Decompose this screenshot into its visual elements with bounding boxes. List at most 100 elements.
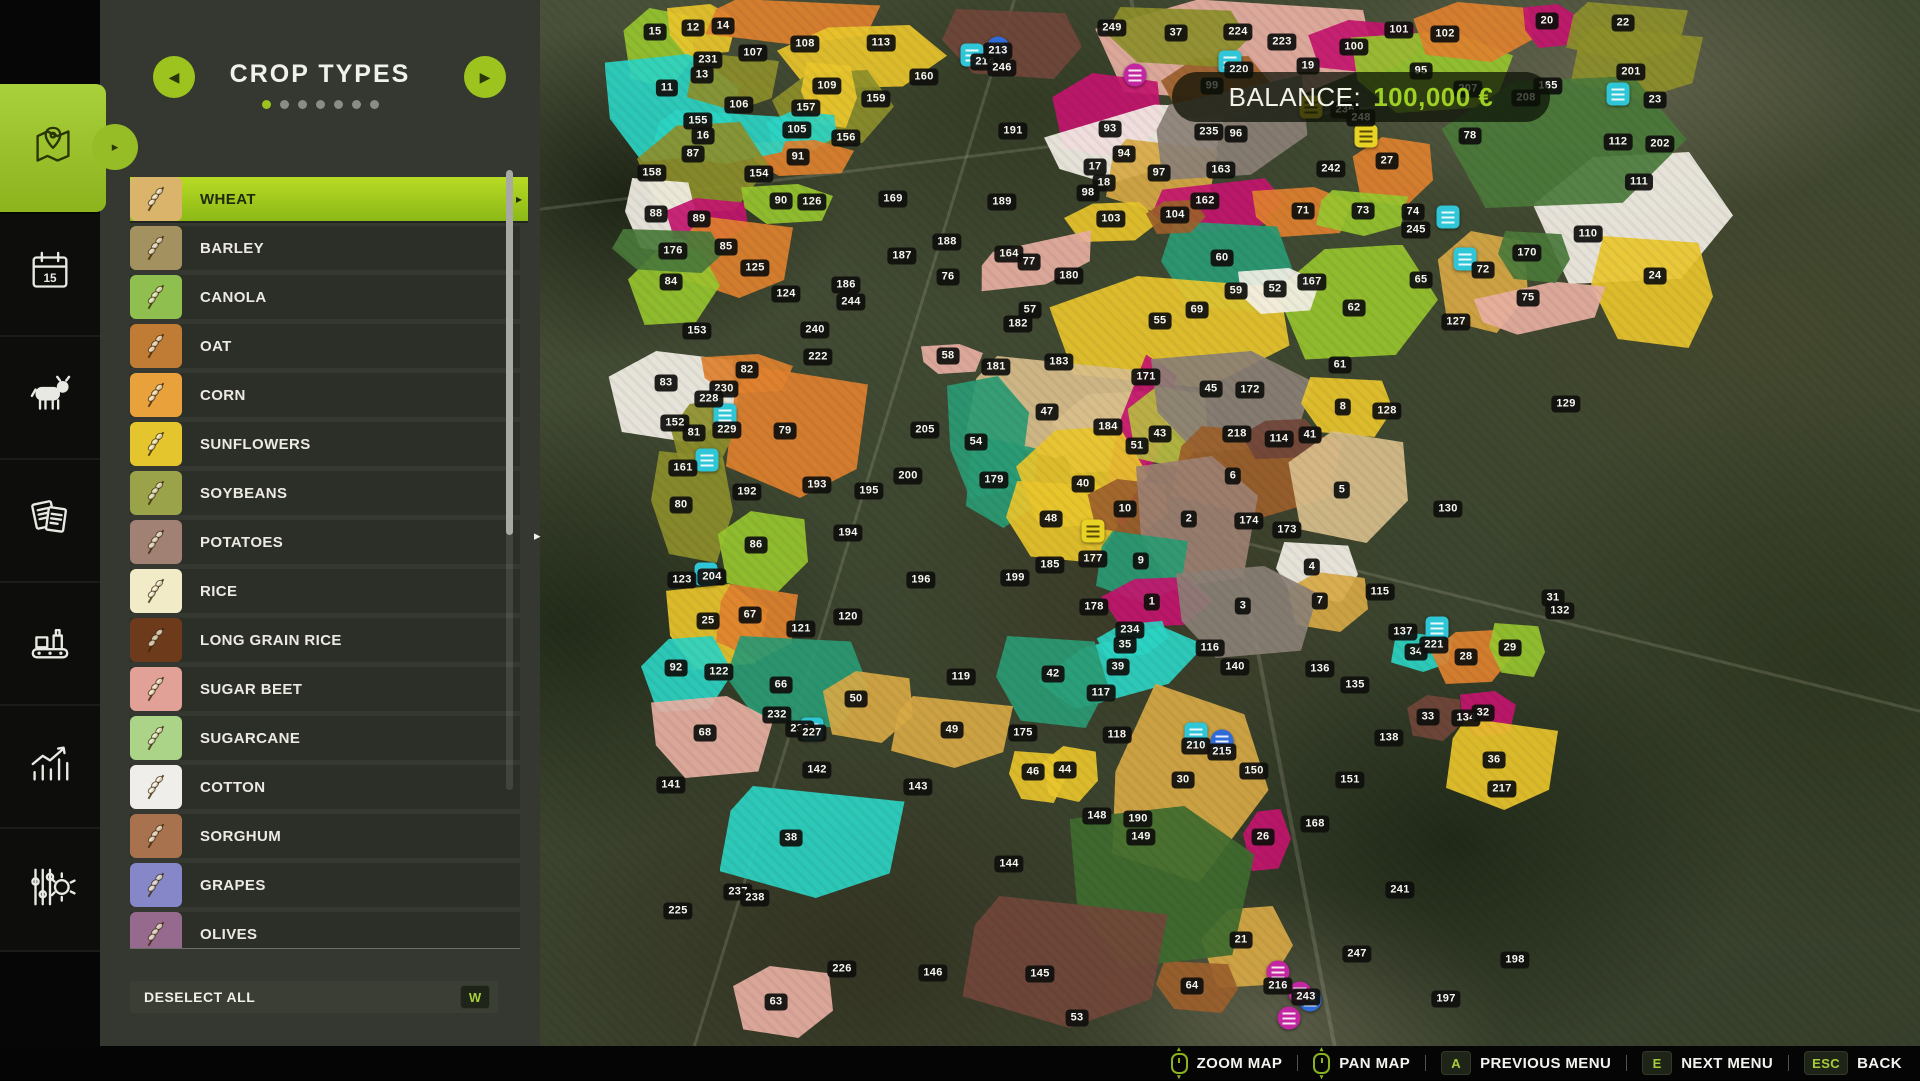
crop-row-sugar-beet[interactable]: SUGAR BEET bbox=[130, 667, 520, 711]
field-number-label[interactable]: 38 bbox=[780, 830, 803, 847]
field-number-label[interactable]: 157 bbox=[791, 100, 820, 117]
deselect-all-button[interactable]: DESELECT ALL W bbox=[130, 981, 498, 1013]
field-number-label[interactable]: 170 bbox=[1512, 245, 1541, 262]
field-number-label[interactable]: 71 bbox=[1292, 203, 1315, 220]
field-number-label[interactable]: 75 bbox=[1517, 290, 1540, 307]
field-number-label[interactable]: 7 bbox=[1312, 593, 1328, 610]
field-number-label[interactable]: 205 bbox=[910, 422, 939, 439]
field-number-label[interactable]: 196 bbox=[906, 572, 935, 589]
field-number-label[interactable]: 182 bbox=[1003, 316, 1032, 333]
field-number-label[interactable]: 156 bbox=[831, 130, 860, 147]
field-number-label[interactable]: 244 bbox=[836, 294, 865, 311]
field-number-label[interactable]: 42 bbox=[1042, 666, 1065, 683]
sidebar-item-statistics[interactable] bbox=[0, 706, 100, 829]
sidebar-item-production[interactable] bbox=[0, 583, 100, 706]
field-number-label[interactable]: 89 bbox=[688, 211, 711, 228]
field-number-label[interactable]: 64 bbox=[1181, 978, 1204, 995]
field-number-label[interactable]: 50 bbox=[845, 691, 868, 708]
field-number-label[interactable]: 125 bbox=[740, 260, 769, 277]
field-number-label[interactable]: 223 bbox=[1267, 34, 1296, 51]
field-number-label[interactable]: 29 bbox=[1499, 640, 1522, 657]
field-number-label[interactable]: 27 bbox=[1376, 153, 1399, 170]
pagination-dot[interactable] bbox=[298, 100, 307, 109]
field-number-label[interactable]: 94 bbox=[1113, 146, 1136, 163]
field-number-label[interactable]: 160 bbox=[909, 69, 938, 86]
hint-next-menu[interactable]: ENEXT MENU bbox=[1642, 1051, 1773, 1075]
field-number-label[interactable]: 197 bbox=[1431, 991, 1460, 1008]
field-number-label[interactable]: 193 bbox=[802, 477, 831, 494]
field-number-label[interactable]: 247 bbox=[1342, 946, 1371, 963]
field-number-label[interactable]: 51 bbox=[1126, 438, 1149, 455]
field-number-label[interactable]: 238 bbox=[740, 890, 769, 907]
panel-expand-arrow[interactable]: ▸ bbox=[534, 528, 541, 544]
crop-row-sugarcane[interactable]: SUGARCANE bbox=[130, 716, 520, 760]
field-number-label[interactable]: 96 bbox=[1225, 126, 1248, 143]
field-number-label[interactable]: 173 bbox=[1272, 522, 1301, 539]
field-number-label[interactable]: 68 bbox=[694, 725, 717, 742]
field-number-label[interactable]: 43 bbox=[1149, 426, 1172, 443]
field-number-label[interactable]: 215 bbox=[1207, 744, 1236, 761]
field-number-label[interactable]: 2 bbox=[1181, 511, 1197, 528]
field-number-label[interactable]: 189 bbox=[987, 194, 1016, 211]
field-number-label[interactable]: 83 bbox=[655, 375, 678, 392]
field-number-label[interactable]: 127 bbox=[1441, 314, 1470, 331]
field-number-label[interactable]: 162 bbox=[1190, 193, 1219, 210]
field-number-label[interactable]: 210 bbox=[1181, 738, 1210, 755]
field-number-label[interactable]: 151 bbox=[1335, 772, 1364, 789]
field-number-label[interactable]: 69 bbox=[1186, 302, 1209, 319]
crop-row-soybeans[interactable]: SOYBEANS bbox=[130, 471, 520, 515]
field-number-label[interactable]: 91 bbox=[787, 149, 810, 166]
field-number-label[interactable]: 61 bbox=[1329, 357, 1352, 374]
sidebar-item-settings[interactable] bbox=[0, 829, 100, 952]
field-number-label[interactable]: 120 bbox=[833, 609, 862, 626]
crop-row-sunflowers[interactable]: SUNFLOWERS bbox=[130, 422, 520, 466]
field-number-label[interactable]: 158 bbox=[637, 165, 666, 182]
field-number-label[interactable]: 153 bbox=[682, 323, 711, 340]
field-number-label[interactable]: 240 bbox=[800, 322, 829, 339]
field-number-label[interactable]: 111 bbox=[1625, 174, 1653, 191]
crop-row-wheat[interactable]: WHEAT▸ bbox=[130, 177, 528, 221]
field-number-label[interactable]: 229 bbox=[712, 422, 741, 439]
field-number-label[interactable]: 47 bbox=[1036, 404, 1059, 421]
field-number-label[interactable]: 199 bbox=[1000, 570, 1029, 587]
field-number-label[interactable]: 184 bbox=[1093, 419, 1122, 436]
hotspot-icon-yellow[interactable] bbox=[1355, 125, 1378, 148]
field-number-label[interactable]: 39 bbox=[1107, 659, 1130, 676]
field-number-label[interactable]: 159 bbox=[861, 91, 890, 108]
field-number-label[interactable]: 109 bbox=[812, 78, 841, 95]
field-number-label[interactable]: 180 bbox=[1054, 268, 1083, 285]
field-number-label[interactable]: 145 bbox=[1025, 966, 1054, 983]
field-number-label[interactable]: 102 bbox=[1430, 26, 1459, 43]
field-number-label[interactable]: 85 bbox=[715, 239, 738, 256]
field-number-label[interactable]: 245 bbox=[1401, 222, 1430, 239]
crop-row-oat[interactable]: OAT bbox=[130, 324, 520, 368]
field-number-label[interactable]: 97 bbox=[1148, 165, 1171, 182]
field-number-label[interactable]: 185 bbox=[1035, 557, 1064, 574]
field-number-label[interactable]: 8 bbox=[1335, 399, 1351, 416]
field-number-label[interactable]: 116 bbox=[1196, 640, 1225, 657]
field-number-label[interactable]: 171 bbox=[1131, 369, 1160, 386]
field-number-label[interactable]: 227 bbox=[797, 725, 826, 742]
sidebar-item-calendar[interactable]: 15 bbox=[0, 214, 100, 337]
field-number-label[interactable]: 79 bbox=[774, 423, 797, 440]
field-number-label[interactable]: 82 bbox=[736, 362, 759, 379]
field-number-label[interactable]: 26 bbox=[1252, 829, 1275, 846]
field-number-label[interactable]: 53 bbox=[1066, 1010, 1089, 1027]
crop-row-canola[interactable]: CANOLA bbox=[130, 275, 520, 319]
field-number-label[interactable]: 24 bbox=[1644, 268, 1667, 285]
field-number-label[interactable]: 4 bbox=[1304, 559, 1320, 576]
field-number-label[interactable]: 163 bbox=[1206, 162, 1235, 179]
field-number-label[interactable]: 90 bbox=[770, 193, 793, 210]
field-number-label[interactable]: 122 bbox=[704, 664, 733, 681]
field-number-label[interactable]: 45 bbox=[1200, 381, 1223, 398]
field-number-label[interactable]: 100 bbox=[1339, 39, 1368, 56]
field-number-label[interactable]: 114 bbox=[1265, 431, 1294, 448]
field-number-label[interactable]: 249 bbox=[1097, 20, 1126, 37]
field-number-label[interactable]: 110 bbox=[1574, 226, 1603, 243]
field-number-label[interactable]: 218 bbox=[1222, 426, 1251, 443]
field-number-label[interactable]: 108 bbox=[790, 36, 819, 53]
field-number-label[interactable]: 62 bbox=[1343, 300, 1366, 317]
field-number-label[interactable]: 66 bbox=[770, 677, 793, 694]
field-number-label[interactable]: 137 bbox=[1388, 624, 1417, 641]
field-number-label[interactable]: 84 bbox=[660, 274, 683, 291]
